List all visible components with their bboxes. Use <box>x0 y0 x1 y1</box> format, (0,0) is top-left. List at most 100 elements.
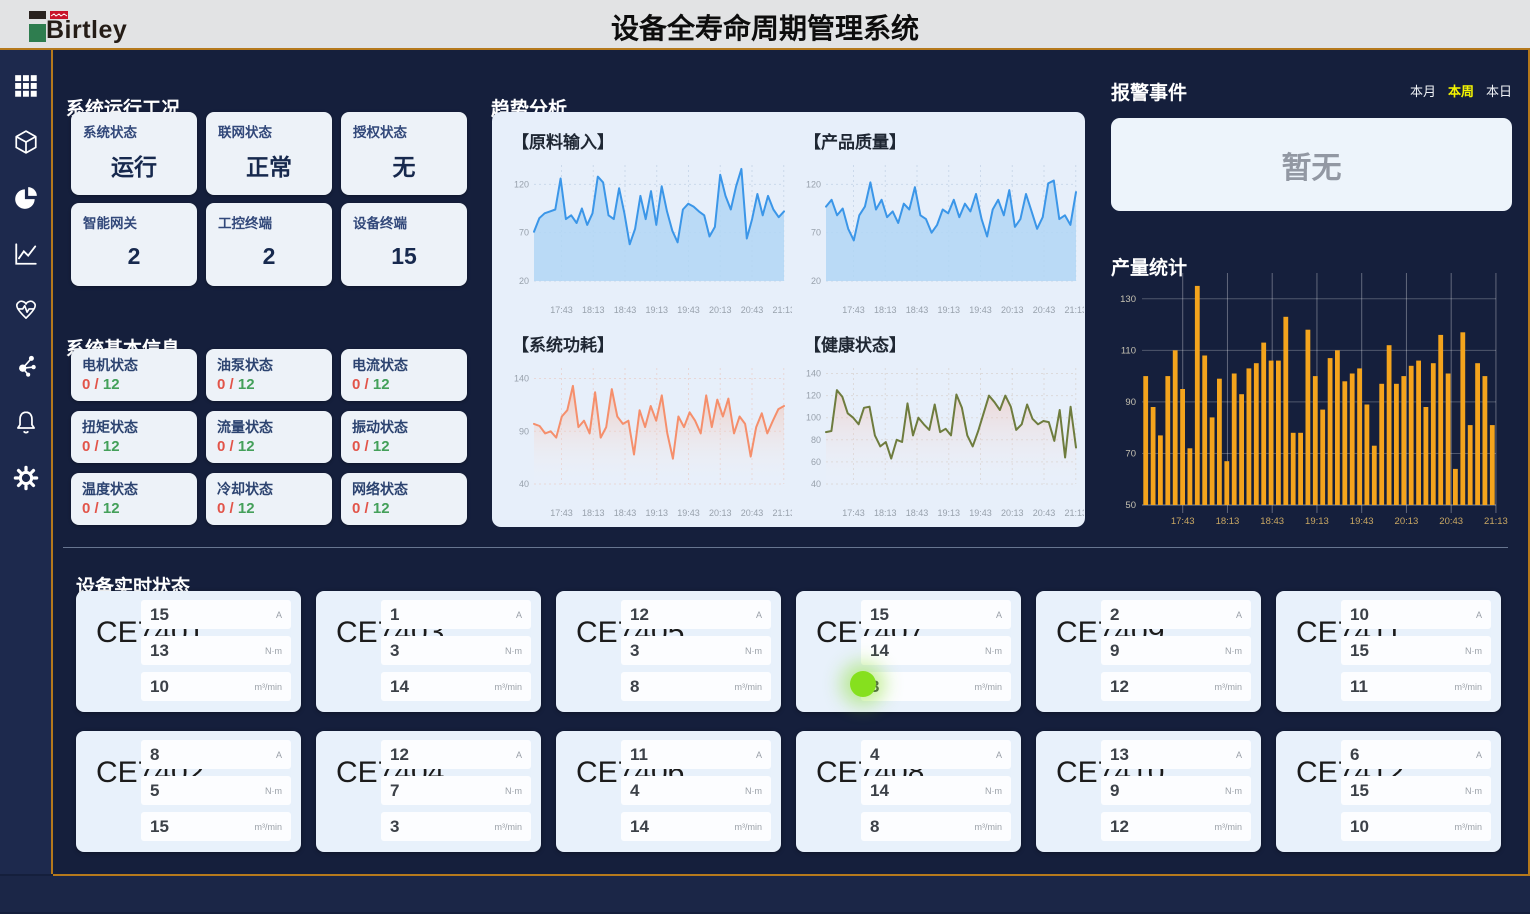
trend-chart-3: 【系统功耗】140904017:4318:1318:4319:1319:4320… <box>502 325 794 528</box>
status-card-value: 2 <box>83 232 185 280</box>
alarm-tab-本周[interactable]: 本周 <box>1448 81 1474 100</box>
svg-text:70: 70 <box>811 228 821 238</box>
device-card-CE7412[interactable]: CE74126A15N·m10m³/min <box>1276 731 1501 852</box>
health-pulse-icon[interactable] <box>12 296 40 324</box>
device-value-row: 12A <box>621 600 771 629</box>
main-area: 系统运行工况 系统状态运行联网状态正常授权状态无智能网关2工控终端2设备终端15… <box>0 48 1530 874</box>
device-value-row: 7N·m <box>381 776 531 805</box>
svg-text:20:13: 20:13 <box>709 508 732 518</box>
device-value: 9 <box>1110 641 1119 661</box>
status-indicator-dot <box>850 671 876 697</box>
status-card-label: 智能网关 <box>83 212 185 232</box>
device-values: 6A15N·m10m³/min <box>1341 740 1491 841</box>
device-value-row: 15A <box>141 600 291 629</box>
device-value: 13 <box>150 641 169 661</box>
device-card-CE7409[interactable]: CE74092A9N·m12m³/min <box>1036 591 1261 712</box>
device-card-CE7406[interactable]: CE740611A4N·m14m³/min <box>556 731 781 852</box>
alarm-empty-card: 暂无 <box>1111 118 1512 211</box>
trend-chart-2: 【产品质量】120702017:4318:1318:4319:1319:4320… <box>794 122 1086 325</box>
dashboard-content: 系统运行工况 系统状态运行联网状态正常授权状态无智能网关2工控终端2设备终端15… <box>53 50 1530 874</box>
svg-text:18:13: 18:13 <box>582 508 605 518</box>
device-value-row: 13A <box>1101 740 1251 769</box>
pie-chart-icon[interactable] <box>12 184 40 212</box>
device-card-CE7401[interactable]: CE740115A13N·m10m³/min <box>76 591 301 712</box>
svg-text:110: 110 <box>1121 345 1136 356</box>
device-unit: m³/min <box>1215 682 1243 692</box>
trend-chart-svg: 14012010080604017:4318:1318:4319:1319:43… <box>798 358 1084 523</box>
device-card-CE7407[interactable]: CE740715A14N·m3m³/min <box>796 591 1021 712</box>
device-card-CE7404[interactable]: CE740412A7N·m3m³/min <box>316 731 541 852</box>
device-unit: m³/min <box>1455 682 1483 692</box>
info-card: 电机状态0 / 12 <box>71 349 197 401</box>
molecule-icon[interactable] <box>12 352 40 380</box>
device-value: 4 <box>870 745 879 765</box>
device-value-row: 5 N·m <box>141 776 291 805</box>
cube-icon[interactable] <box>12 128 40 156</box>
svg-text:120: 120 <box>514 179 529 189</box>
device-value-row: 8m³/min <box>621 672 771 701</box>
device-card-CE7408[interactable]: CE74084A14N·m8m³/min <box>796 731 1021 852</box>
device-value: 4 <box>630 781 639 801</box>
svg-text:90: 90 <box>519 426 529 436</box>
info-card-label: 振动状态 <box>352 417 456 437</box>
svg-text:19:13: 19:13 <box>645 508 668 518</box>
device-value: 3 <box>390 817 399 837</box>
gear-icon[interactable] <box>12 464 40 492</box>
svg-text:18:13: 18:13 <box>582 305 605 315</box>
svg-text:40: 40 <box>811 479 821 489</box>
device-unit: N·m <box>1225 786 1242 796</box>
info-card-count: 0 / 12 <box>82 376 186 393</box>
svg-text:17:43: 17:43 <box>550 508 573 518</box>
info-card: 电流状态0 / 12 <box>341 349 467 401</box>
info-card: 网络状态0 / 12 <box>341 473 467 525</box>
status-card-value: 正常 <box>218 141 320 189</box>
device-unit: A <box>1476 750 1482 760</box>
device-values: 15A14N·m3m³/min <box>861 600 1011 701</box>
svg-text:20:13: 20:13 <box>1001 508 1024 518</box>
device-card-CE7410[interactable]: CE741013A9N·m12m³/min <box>1036 731 1261 852</box>
device-value: 8 <box>630 677 639 697</box>
svg-text:70: 70 <box>519 228 529 238</box>
device-card-CE7403[interactable]: CE74031A3N·m14m³/min <box>316 591 541 712</box>
device-value-row: 3N·m <box>621 636 771 665</box>
info-card: 冷却状态0 / 12 <box>206 473 332 525</box>
trend-chart-title: 【系统功耗】 <box>512 331 792 356</box>
device-value: 15 <box>150 605 169 625</box>
bell-icon[interactable] <box>12 408 40 436</box>
device-unit: N·m <box>265 786 282 796</box>
status-card-label: 工控终端 <box>218 212 320 232</box>
device-value-row: 1A <box>381 600 531 629</box>
svg-text:20: 20 <box>519 276 529 286</box>
device-unit: A <box>516 610 522 620</box>
info-card-count: 0 / 12 <box>82 438 186 455</box>
alarm-tab-本月[interactable]: 本月 <box>1410 81 1436 100</box>
status-card-label: 设备终端 <box>353 212 455 232</box>
status-card-label: 授权状态 <box>353 121 455 141</box>
info-card-count: 0 / 12 <box>217 500 321 517</box>
alarm-tabs: 本月本周本日 <box>1410 81 1512 100</box>
svg-text:19:13: 19:13 <box>645 305 668 315</box>
device-value: 14 <box>630 817 649 837</box>
trend-chart-title: 【原料输入】 <box>512 128 792 153</box>
svg-text:19:43: 19:43 <box>677 305 700 315</box>
device-unit: A <box>756 610 762 620</box>
apps-grid-icon[interactable] <box>12 72 40 100</box>
device-value: 5 <box>150 781 159 801</box>
device-value-row: 6A <box>1341 740 1491 769</box>
line-chart-icon[interactable] <box>12 240 40 268</box>
device-unit: N·m <box>1225 646 1242 656</box>
device-value: 15 <box>1350 641 1369 661</box>
info-card-count: 0 / 12 <box>352 500 456 517</box>
device-card-CE7402[interactable]: CE74028A5N·m15m³/min <box>76 731 301 852</box>
info-card-label: 电机状态 <box>82 355 186 375</box>
page-title: 设备全寿命周期管理系统 <box>0 7 1530 47</box>
device-value: 11 <box>1350 677 1368 697</box>
device-values: 4A14N·m8m³/min <box>861 740 1011 841</box>
status-card-value: 无 <box>353 141 455 189</box>
device-card-CE7411[interactable]: CE741110A15N·m11m³/min <box>1276 591 1501 712</box>
alarm-tab-本日[interactable]: 本日 <box>1486 81 1512 100</box>
svg-text:19:43: 19:43 <box>969 305 992 315</box>
device-card-CE7405[interactable]: CE740512A3N·m8m³/min <box>556 591 781 712</box>
svg-text:70: 70 <box>1125 448 1136 459</box>
device-value-row: 11 m³/min <box>1341 672 1491 701</box>
